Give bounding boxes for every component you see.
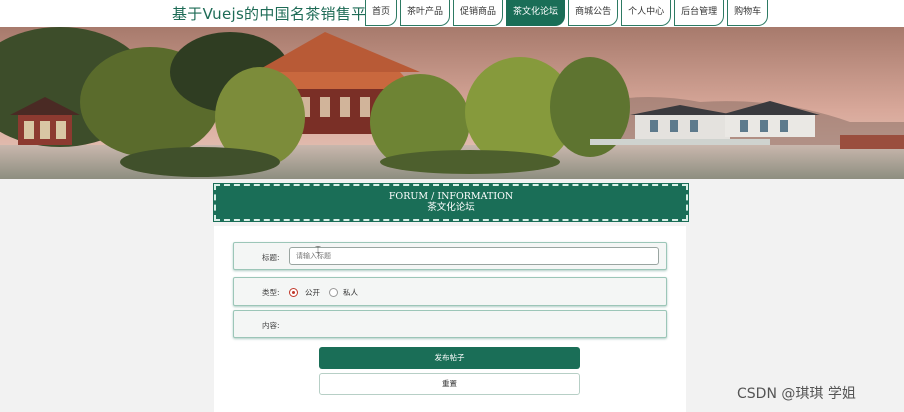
content-label: 内容: — [262, 321, 280, 330]
nav-item-tea-forum[interactable]: 茶文化论坛 — [506, 0, 566, 26]
post-form: 标题: 类型: 公开 私人 内容: 发布帖子 重置 — [214, 226, 686, 412]
title-input[interactable] — [289, 247, 659, 265]
nav-item-tea-products[interactable]: 茶叶产品 — [400, 0, 451, 26]
section-title-cn: 茶文化论坛 — [427, 202, 475, 213]
section-title-box: FORUM / INFORMATION 茶文化论坛 — [214, 184, 688, 221]
nav-item-admin[interactable]: 后台管理 — [674, 0, 725, 26]
title-label: 标题: — [262, 253, 280, 262]
nav-item-announcements[interactable]: 商城公告 — [568, 0, 619, 26]
site-title: 基于Vuejs的中国名茶销售平台 — [172, 5, 382, 23]
watermark: CSDN @琪琪 学姐 — [737, 386, 856, 402]
nav-item-promotions[interactable]: 促销商品 — [453, 0, 504, 26]
text-cursor-icon: ⌶ — [315, 245, 321, 256]
form-row-title: 标题: — [233, 242, 667, 270]
radio-private-label[interactable]: 私人 — [343, 287, 358, 298]
section-title-en: FORUM / INFORMATION — [388, 191, 514, 202]
publish-post-button[interactable]: 发布帖子 — [319, 347, 580, 369]
top-header: 基于Vuejs的中国名茶销售平台 首页 茶叶产品 促销商品 茶文化论坛 商城公告… — [0, 0, 904, 27]
banner-carousel[interactable] — [0, 27, 904, 179]
radio-private[interactable] — [329, 288, 338, 297]
nav-item-user-center[interactable]: 个人中心 — [621, 0, 672, 26]
type-label: 类型: — [262, 288, 280, 297]
reset-button[interactable]: 重置 — [319, 373, 580, 395]
main-nav: 首页 茶叶产品 促销商品 茶文化论坛 商城公告 个人中心 后台管理 购物车 — [365, 0, 771, 27]
banner-image — [0, 27, 904, 179]
radio-public[interactable] — [289, 288, 298, 297]
form-row-content[interactable]: 内容: — [233, 310, 667, 338]
radio-public-label[interactable]: 公开 — [305, 287, 320, 298]
nav-item-home[interactable]: 首页 — [365, 0, 398, 26]
nav-item-cart[interactable]: 购物车 — [727, 0, 769, 26]
form-row-type: 类型: 公开 私人 — [233, 277, 667, 306]
